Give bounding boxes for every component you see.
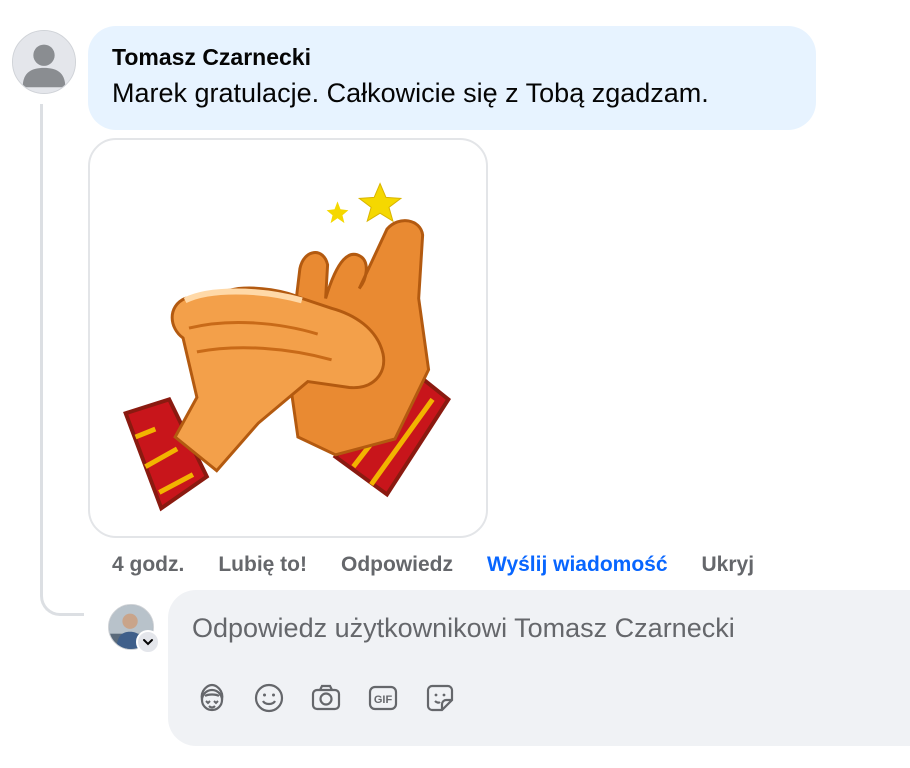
svg-text:GIF: GIF [374, 694, 393, 706]
like-button[interactable]: Lubię to! [218, 553, 307, 577]
commenter-avatar[interactable] [12, 30, 76, 94]
thread-connector-line [40, 104, 84, 616]
reply-input[interactable] [192, 608, 882, 648]
clapping-hands-icon [123, 182, 452, 512]
hide-button[interactable]: Ukryj [702, 553, 755, 577]
reply-composer: GIF [168, 590, 910, 746]
send-message-button[interactable]: Wyślij wiadomość [487, 553, 668, 577]
emoji-icon[interactable] [251, 680, 287, 716]
comment-author[interactable]: Tomasz Czarnecki [112, 42, 792, 72]
reply-button[interactable]: Odpowiedz [341, 553, 453, 577]
camera-icon[interactable] [308, 680, 344, 716]
composer-tools: GIF [194, 680, 479, 716]
avatar-sticker-icon[interactable] [194, 680, 230, 716]
gif-icon[interactable]: GIF [365, 680, 401, 716]
current-user-avatar[interactable] [108, 604, 160, 654]
comment-sticker[interactable] [88, 138, 488, 538]
sticker-icon[interactable] [422, 680, 458, 716]
chevron-down-icon[interactable] [136, 630, 160, 654]
comment-bubble: Tomasz Czarnecki Marek gratulacje. Całko… [88, 26, 816, 130]
comment-text: Marek gratulacje. Całkowicie się z Tobą … [112, 78, 709, 108]
comment-actions: 4 godz. Lubię to! Odpowiedz Wyślij wiado… [112, 548, 754, 582]
default-user-icon [13, 31, 75, 93]
comment-timestamp[interactable]: 4 godz. [112, 553, 184, 577]
